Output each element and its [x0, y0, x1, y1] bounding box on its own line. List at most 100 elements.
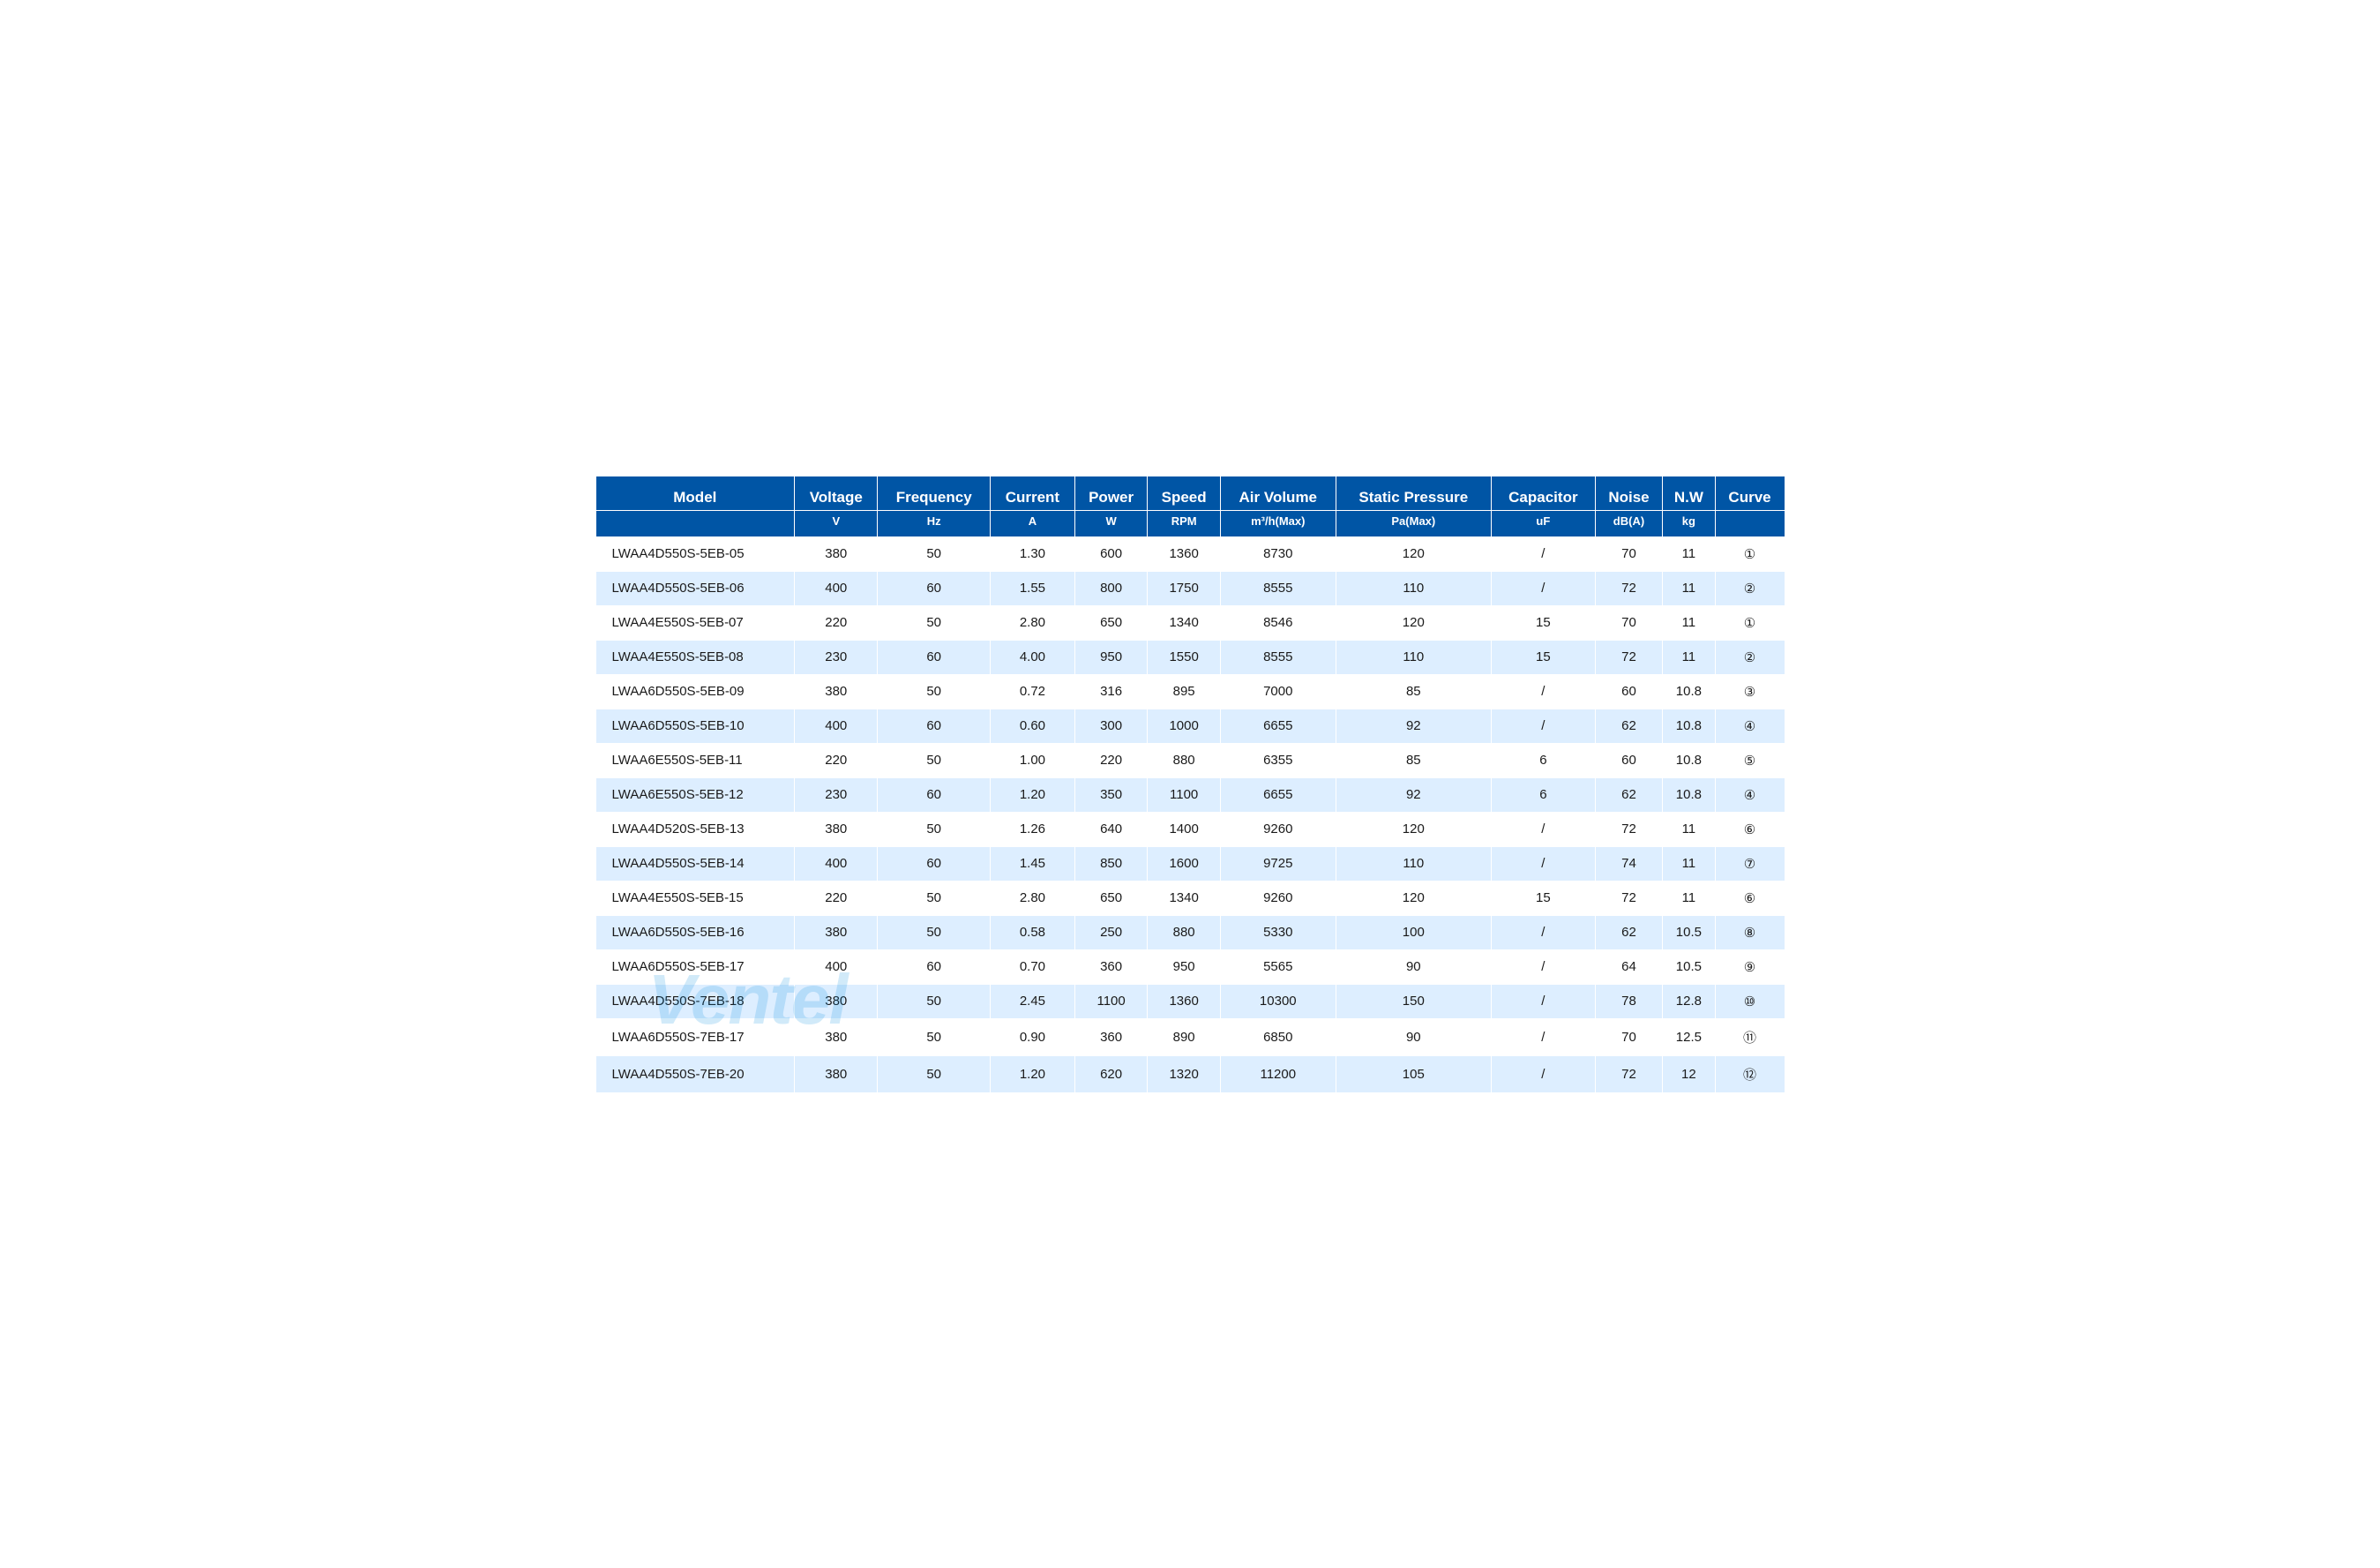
- cell-power: 300: [1074, 709, 1148, 743]
- cell-air-volume: 6355: [1220, 743, 1336, 777]
- table-row: LWAA6E550S-5EB-12230601.2035011006655926…: [595, 777, 1785, 812]
- cell-power: 650: [1074, 881, 1148, 915]
- cell-power: 650: [1074, 605, 1148, 640]
- cell-voltage: 380: [795, 674, 878, 709]
- cell-current: 1.00: [990, 743, 1074, 777]
- cell-power: 620: [1074, 1055, 1148, 1092]
- cell-model: LWAA6D550S-5EB-10: [595, 709, 795, 743]
- cell-static-pressure: 92: [1336, 709, 1491, 743]
- cell-nw: 11: [1663, 846, 1715, 881]
- cell-static-pressure: 90: [1336, 949, 1491, 984]
- cell-speed: 1400: [1148, 812, 1221, 846]
- cell-static-pressure: 150: [1336, 984, 1491, 1018]
- cell-current: 0.90: [990, 1018, 1074, 1055]
- cell-air-volume: 6655: [1220, 709, 1336, 743]
- cell-speed: 890: [1148, 1018, 1221, 1055]
- cell-air-volume: 5565: [1220, 949, 1336, 984]
- cell-power: 360: [1074, 949, 1148, 984]
- cell-curve: ④: [1715, 709, 1785, 743]
- cell-nw: 10.8: [1663, 674, 1715, 709]
- cell-air-volume: 9260: [1220, 812, 1336, 846]
- cell-noise: 72: [1595, 812, 1662, 846]
- cell-voltage: 220: [795, 881, 878, 915]
- cell-nw: 12.5: [1663, 1018, 1715, 1055]
- subheader-frequency-unit: Hz: [878, 510, 991, 536]
- header-curve: Curve: [1715, 476, 1785, 510]
- cell-frequency: 60: [878, 571, 991, 605]
- subheader-speed-unit: RPM: [1148, 510, 1221, 536]
- header-noise: Noise: [1595, 476, 1662, 510]
- cell-noise: 78: [1595, 984, 1662, 1018]
- table-row: LWAA4D550S-5EB-06400601.5580017508555110…: [595, 571, 1785, 605]
- cell-current: 1.20: [990, 777, 1074, 812]
- cell-curve: ⑤: [1715, 743, 1785, 777]
- cell-air-volume: 6655: [1220, 777, 1336, 812]
- cell-curve: ⑩: [1715, 984, 1785, 1018]
- cell-frequency: 60: [878, 949, 991, 984]
- cell-nw: 11: [1663, 812, 1715, 846]
- cell-frequency: 50: [878, 605, 991, 640]
- table-container: Ventel Model Voltage Frequency Current P…: [595, 476, 1785, 1093]
- cell-noise: 62: [1595, 777, 1662, 812]
- table-row: LWAA6E550S-5EB-11220501.0022088063558566…: [595, 743, 1785, 777]
- cell-model: LWAA4D550S-7EB-20: [595, 1055, 795, 1092]
- subheader-power-unit: W: [1074, 510, 1148, 536]
- table-row: LWAA6D550S-5EB-10400600.603001000665592/…: [595, 709, 1785, 743]
- cell-frequency: 50: [878, 984, 991, 1018]
- cell-power: 800: [1074, 571, 1148, 605]
- cell-power: 350: [1074, 777, 1148, 812]
- subheader-air-volume-unit: m³/h(Max): [1220, 510, 1336, 536]
- cell-air-volume: 8555: [1220, 640, 1336, 674]
- cell-voltage: 400: [795, 846, 878, 881]
- cell-air-volume: 10300: [1220, 984, 1336, 1018]
- cell-model: LWAA4E550S-5EB-15: [595, 881, 795, 915]
- cell-model: LWAA4D550S-7EB-18: [595, 984, 795, 1018]
- cell-static-pressure: 110: [1336, 846, 1491, 881]
- cell-noise: 72: [1595, 571, 1662, 605]
- header-model: Model: [595, 476, 795, 510]
- cell-frequency: 50: [878, 1018, 991, 1055]
- cell-air-volume: 8546: [1220, 605, 1336, 640]
- cell-power: 360: [1074, 1018, 1148, 1055]
- cell-curve: ②: [1715, 640, 1785, 674]
- cell-model: LWAA4D550S-5EB-05: [595, 536, 795, 571]
- header-static-pressure: Static Pressure: [1336, 476, 1491, 510]
- cell-model: LWAA6E550S-5EB-11: [595, 743, 795, 777]
- header-power: Power: [1074, 476, 1148, 510]
- cell-curve: ①: [1715, 605, 1785, 640]
- cell-frequency: 50: [878, 881, 991, 915]
- cell-static-pressure: 90: [1336, 1018, 1491, 1055]
- cell-model: LWAA4D550S-5EB-06: [595, 571, 795, 605]
- table-row: LWAA4D550S-5EB-05380501.3060013608730120…: [595, 536, 1785, 571]
- cell-curve: ⑨: [1715, 949, 1785, 984]
- cell-speed: 1750: [1148, 571, 1221, 605]
- cell-noise: 72: [1595, 1055, 1662, 1092]
- cell-model: LWAA6D550S-5EB-16: [595, 915, 795, 949]
- cell-frequency: 50: [878, 812, 991, 846]
- cell-frequency: 50: [878, 1055, 991, 1092]
- cell-model: LWAA6E550S-5EB-12: [595, 777, 795, 812]
- table-row: LWAA4D550S-7EB-18380502.4511001360103001…: [595, 984, 1785, 1018]
- cell-voltage: 380: [795, 984, 878, 1018]
- cell-nw: 11: [1663, 536, 1715, 571]
- cell-capacitor: /: [1491, 846, 1595, 881]
- cell-nw: 10.8: [1663, 743, 1715, 777]
- cell-capacitor: 6: [1491, 777, 1595, 812]
- cell-model: LWAA4D520S-5EB-13: [595, 812, 795, 846]
- cell-power: 850: [1074, 846, 1148, 881]
- cell-speed: 1600: [1148, 846, 1221, 881]
- cell-static-pressure: 85: [1336, 743, 1491, 777]
- cell-voltage: 400: [795, 949, 878, 984]
- cell-frequency: 60: [878, 846, 991, 881]
- cell-speed: 950: [1148, 949, 1221, 984]
- cell-noise: 72: [1595, 881, 1662, 915]
- cell-speed: 1360: [1148, 984, 1221, 1018]
- cell-curve: ⑥: [1715, 881, 1785, 915]
- cell-static-pressure: 120: [1336, 605, 1491, 640]
- cell-static-pressure: 110: [1336, 640, 1491, 674]
- table-row: LWAA6D550S-5EB-16380500.582508805330100/…: [595, 915, 1785, 949]
- cell-model: LWAA6D550S-5EB-09: [595, 674, 795, 709]
- subheader-noise-unit: dB(A): [1595, 510, 1662, 536]
- cell-power: 600: [1074, 536, 1148, 571]
- cell-current: 1.20: [990, 1055, 1074, 1092]
